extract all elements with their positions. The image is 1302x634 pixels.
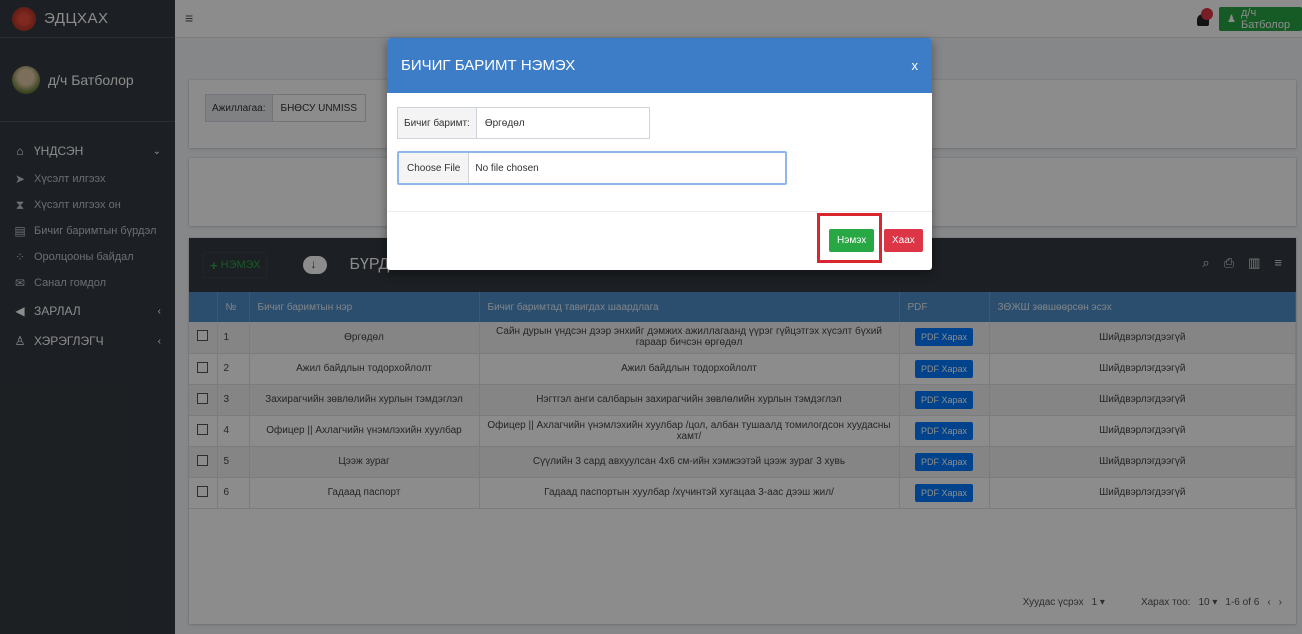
file-input-status: No file chosen bbox=[475, 162, 539, 174]
document-field-value: Өргөдөл bbox=[484, 117, 525, 129]
modal-body: Бичиг баримт: Өргөдөл Choose File No fil… bbox=[387, 93, 932, 212]
modal-footer: Нэмэх Хаах bbox=[387, 212, 932, 270]
modal-title: БИЧИГ БАРИМТ НЭМЭХ bbox=[401, 57, 576, 74]
modal-header: БИЧИГ БАРИМТ НЭМЭХ x bbox=[387, 38, 932, 93]
submit-add-button[interactable]: Нэмэх bbox=[829, 229, 875, 252]
add-document-modal: БИЧИГ БАРИМТ НЭМЭХ x Бичиг баримт: Өргөд… bbox=[387, 38, 932, 270]
document-field[interactable]: Бичиг баримт: Өргөдөл bbox=[397, 107, 650, 139]
close-icon[interactable]: x bbox=[912, 58, 919, 73]
file-input[interactable]: Choose File No file chosen bbox=[397, 151, 787, 185]
document-field-label: Бичиг баримт: bbox=[398, 108, 477, 138]
modal-cancel-button[interactable]: Хаах bbox=[884, 229, 923, 252]
choose-file-button[interactable]: Choose File bbox=[399, 153, 470, 183]
